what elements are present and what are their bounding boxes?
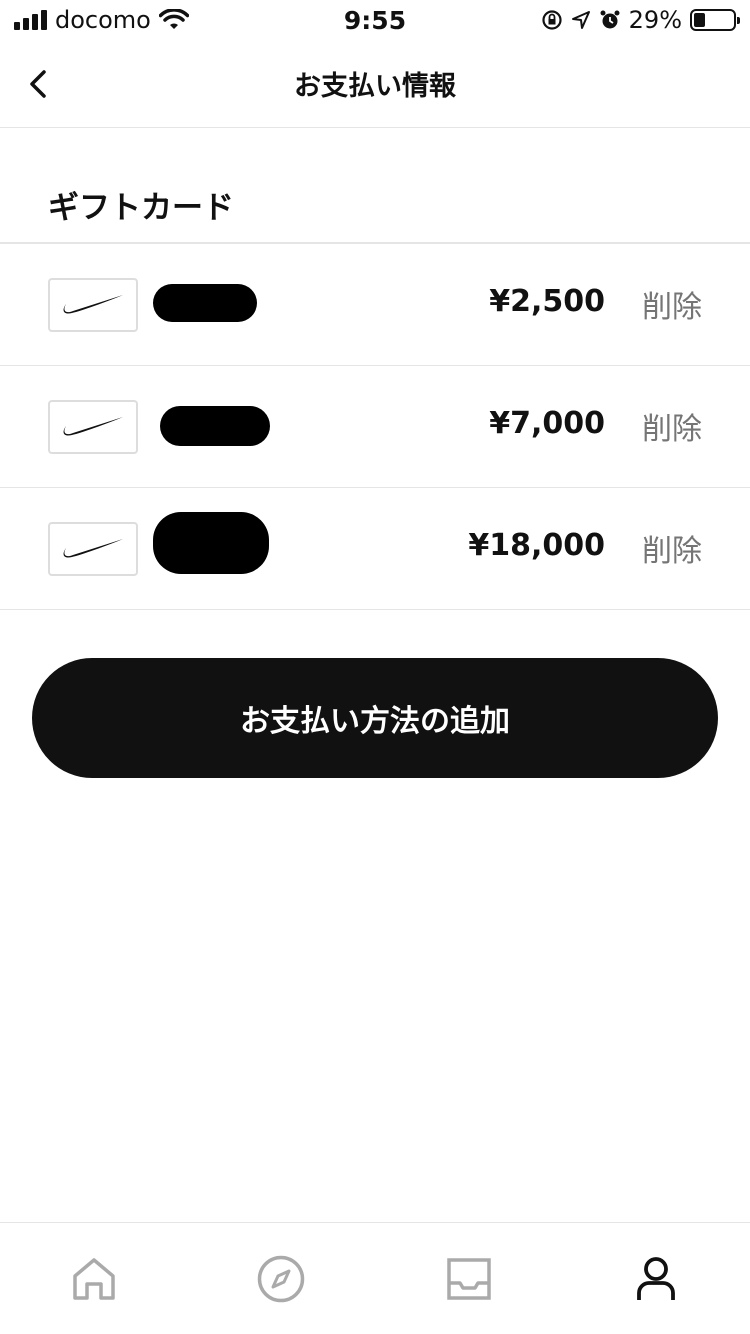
alarm-icon [600, 10, 620, 29]
chevron-left-icon [30, 70, 46, 98]
card-logo [48, 278, 138, 332]
status-bar: docomo 9:55 29% [0, 0, 750, 40]
redacted-card-number [160, 406, 270, 446]
inbox-icon [447, 1257, 491, 1300]
location-arrow-icon [571, 11, 590, 29]
redacted-card-number [153, 512, 269, 574]
nike-swoosh-icon [63, 295, 123, 314]
delete-button[interactable]: 削除 [642, 282, 702, 326]
battery-fill [694, 13, 706, 27]
orientation-lock-icon [542, 10, 562, 30]
status-left: docomo [14, 6, 189, 34]
nav-header: お支払い情報 [0, 40, 750, 128]
card-balance: ¥2,500 [489, 284, 605, 319]
tab-profile[interactable] [563, 1223, 750, 1334]
compass-icon [258, 1255, 305, 1302]
home-icon [73, 1257, 115, 1300]
card-logo [48, 522, 138, 576]
screen: docomo 9:55 29% お支払い情報 ギフトカード ¥2,500 削除 … [0, 0, 750, 1334]
bottom-tab-bar [0, 1222, 750, 1334]
redacted-card-number [153, 284, 257, 322]
gift-card-list: ¥2,500 削除 ¥7,000 削除 ¥18,000 削除 [0, 244, 750, 610]
card-balance: ¥18,000 [468, 528, 605, 563]
tab-inbox[interactable] [375, 1223, 563, 1334]
back-button[interactable] [18, 62, 58, 106]
card-balance: ¥7,000 [489, 406, 605, 441]
carrier-name: docomo [55, 6, 151, 34]
delete-button[interactable]: 削除 [642, 526, 702, 570]
nike-swoosh-icon [63, 539, 123, 558]
section-title-gift-cards: ギフトカード [48, 190, 234, 226]
gift-card-row: ¥7,000 削除 [0, 366, 750, 488]
gift-card-row: ¥2,500 削除 [0, 244, 750, 366]
card-logo [48, 400, 138, 454]
battery-percent: 29% [628, 6, 682, 34]
status-right: 29% [541, 6, 740, 34]
gift-card-row: ¥18,000 削除 [0, 488, 750, 610]
page-title: お支払い情報 [294, 71, 456, 102]
battery-icon [690, 9, 740, 31]
wifi-icon [158, 9, 189, 29]
nike-swoosh-icon [63, 417, 123, 436]
delete-button[interactable]: 削除 [642, 404, 702, 448]
profile-icon [637, 1256, 676, 1300]
tab-home[interactable] [0, 1223, 188, 1334]
cellular-signal-icon [14, 10, 47, 30]
tab-discover[interactable] [188, 1223, 376, 1334]
add-payment-method-button[interactable]: お支払い方法の追加 [32, 658, 718, 778]
